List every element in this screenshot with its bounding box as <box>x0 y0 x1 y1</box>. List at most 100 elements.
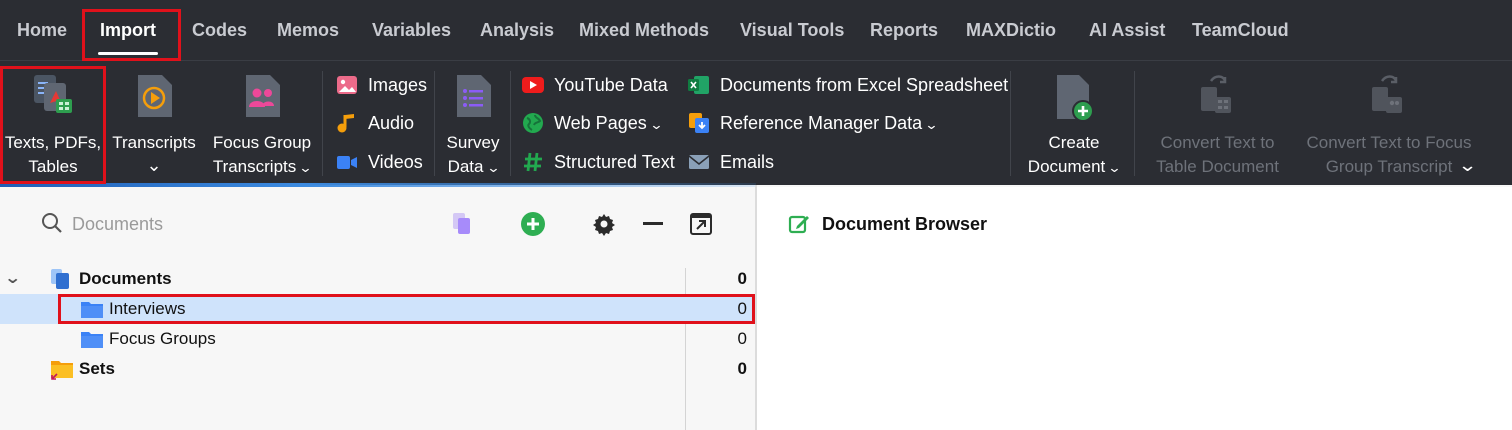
menu-variables[interactable]: Variables <box>372 0 451 60</box>
edit-document-icon <box>788 215 809 234</box>
survey-label-1: Survey <box>446 133 500 152</box>
documents-from-excel-button[interactable]: Documents from Excel Spreadsheet <box>688 70 1008 100</box>
convert-table-label-1: Convert Text to <box>1160 133 1275 152</box>
document-browser-title: Document Browser <box>822 214 988 234</box>
audio-label: Audio <box>368 113 415 133</box>
menu-analysis[interactable]: Analysis <box>480 0 554 60</box>
add-icon[interactable] <box>520 211 546 237</box>
youtube-icon <box>522 77 544 93</box>
survey-label-2: Data <box>447 157 484 176</box>
tree-label: Focus Groups <box>109 329 216 348</box>
survey-data-button[interactable]: Survey Data ⌄ <box>438 61 508 186</box>
convert-focus-label-1: Convert Text to Focus <box>1306 133 1472 152</box>
menu-reports[interactable]: Reports <box>870 0 938 60</box>
reference-manager-button[interactable]: Reference Manager Data ⌄ <box>688 108 943 138</box>
search-input[interactable]: Documents <box>72 214 163 235</box>
images-button[interactable]: Images <box>336 70 428 100</box>
menu-teamcloud[interactable]: TeamCloud <box>1192 0 1289 60</box>
create-label-1: Create <box>1048 133 1100 152</box>
convert-focus-group-icon <box>1372 75 1402 113</box>
youtube-label: YouTube Data <box>554 75 668 95</box>
transcripts-label: Transcripts <box>112 133 196 152</box>
menu-bar: Home Import Codes Memos Variables Analys… <box>0 0 1512 60</box>
separator <box>434 71 435 176</box>
tree-node-sets[interactable]: Sets 0 <box>0 354 755 384</box>
highlight-interviews-row <box>58 294 755 324</box>
reference-manager-icon <box>689 113 709 133</box>
excel-label: Documents from Excel Spreadsheet <box>720 75 1009 95</box>
convert-to-table-button[interactable]: Convert Text to Table Document <box>1140 61 1295 186</box>
web-pages-button[interactable]: Web Pages ⌄ <box>522 108 672 138</box>
menu-home[interactable]: Home <box>17 0 67 60</box>
gear-icon[interactable] <box>592 211 616 237</box>
convert-focus-label-2: Group Transcript <box>1325 157 1453 176</box>
separator <box>1134 71 1135 176</box>
envelope-icon <box>688 155 710 169</box>
create-document-button[interactable]: Create Document ⌄ <box>1016 61 1132 186</box>
youtube-data-button[interactable]: YouTube Data <box>522 70 672 100</box>
create-label-2: Document <box>1027 157 1106 176</box>
emails-label: Emails <box>720 152 775 172</box>
reference-manager-label: Reference Manager Data <box>720 113 923 133</box>
texts-pdfs-label-2: Tables <box>28 157 78 176</box>
documents-pdf-table-icon <box>34 75 72 113</box>
hash-icon <box>524 152 542 172</box>
structured-text-label: Structured Text <box>554 152 675 172</box>
tree-count: 0 <box>737 359 747 378</box>
tree-node-focus-groups[interactable]: Focus Groups 0 <box>0 324 755 354</box>
menu-codes[interactable]: Codes <box>192 0 247 60</box>
globe-icon <box>523 113 543 133</box>
focus-group-label-2: Transcripts <box>212 157 297 176</box>
menu-import[interactable]: Import <box>98 0 158 60</box>
chevron-down-icon[interactable]: ⌄ <box>4 264 21 294</box>
search-icon[interactable] <box>40 211 64 235</box>
web-pages-label: Web Pages <box>554 113 647 133</box>
minimize-icon[interactable] <box>642 211 664 237</box>
sets-folder-icon <box>51 361 73 380</box>
menu-memos[interactable]: Memos <box>277 0 339 60</box>
separator <box>1010 71 1011 176</box>
tree-label: Documents <box>79 269 172 288</box>
chevron-down-icon: ⌄ <box>298 160 313 175</box>
images-label: Images <box>368 75 428 95</box>
excel-icon <box>688 76 709 94</box>
create-document-icon <box>1057 75 1094 122</box>
ribbon: Texts, PDFs, Tables Transcripts ⌄ Focus … <box>0 60 1512 185</box>
videos-label: Videos <box>368 152 423 172</box>
tree-count: 0 <box>737 329 747 348</box>
chevron-down-icon: ⌄ <box>485 160 501 175</box>
chevron-down-icon: ⌄ <box>146 155 162 175</box>
convert-table-icon <box>1200 75 1231 113</box>
image-icon <box>337 76 357 94</box>
convert-to-focus-group-button[interactable]: Convert Text to Focus Group Transcript <box>1298 61 1480 186</box>
menu-visual-tools[interactable]: Visual Tools <box>740 0 844 60</box>
focus-group-icon <box>246 75 280 117</box>
separator <box>322 71 323 176</box>
survey-list-icon <box>457 75 491 117</box>
emails-button[interactable]: Emails <box>688 147 798 177</box>
menu-mixed-methods[interactable]: Mixed Methods <box>579 0 709 60</box>
tree-count: 0 <box>737 269 747 288</box>
transcripts-button[interactable]: Transcripts ⌄ <box>106 61 202 186</box>
chevron-down-icon: ⌄ <box>649 117 664 132</box>
texts-pdfs-tables-button[interactable]: Texts, PDFs, Tables <box>0 61 106 186</box>
videos-button[interactable]: Videos <box>336 147 428 177</box>
chevron-down-icon[interactable]: ⌄ <box>1458 155 1478 176</box>
audio-button[interactable]: Audio <box>336 108 428 138</box>
separator <box>510 71 511 176</box>
documents-root-icon <box>51 269 69 289</box>
texts-pdfs-label-1: Texts, PDFs, <box>4 133 102 152</box>
menu-maxdictio[interactable]: MAXDictio <box>966 0 1056 60</box>
tree-label: Sets <box>79 359 115 378</box>
undock-window-icon[interactable] <box>689 211 713 237</box>
convert-table-label-2: Table Document <box>1156 157 1279 176</box>
chevron-down-icon: ⌄ <box>924 117 939 132</box>
folder-icon <box>81 332 103 348</box>
structured-text-button[interactable]: Structured Text <box>522 147 677 177</box>
focus-group-transcripts-button[interactable]: Focus Group Transcripts ⌄ <box>203 61 321 186</box>
menu-ai-assist[interactable]: AI Assist <box>1089 0 1165 60</box>
focus-group-label-1: Focus Group <box>212 133 312 152</box>
transcript-play-icon <box>138 75 172 117</box>
tree-node-documents[interactable]: ⌄ Documents 0 <box>0 264 755 294</box>
document-stack-icon[interactable] <box>451 211 473 237</box>
